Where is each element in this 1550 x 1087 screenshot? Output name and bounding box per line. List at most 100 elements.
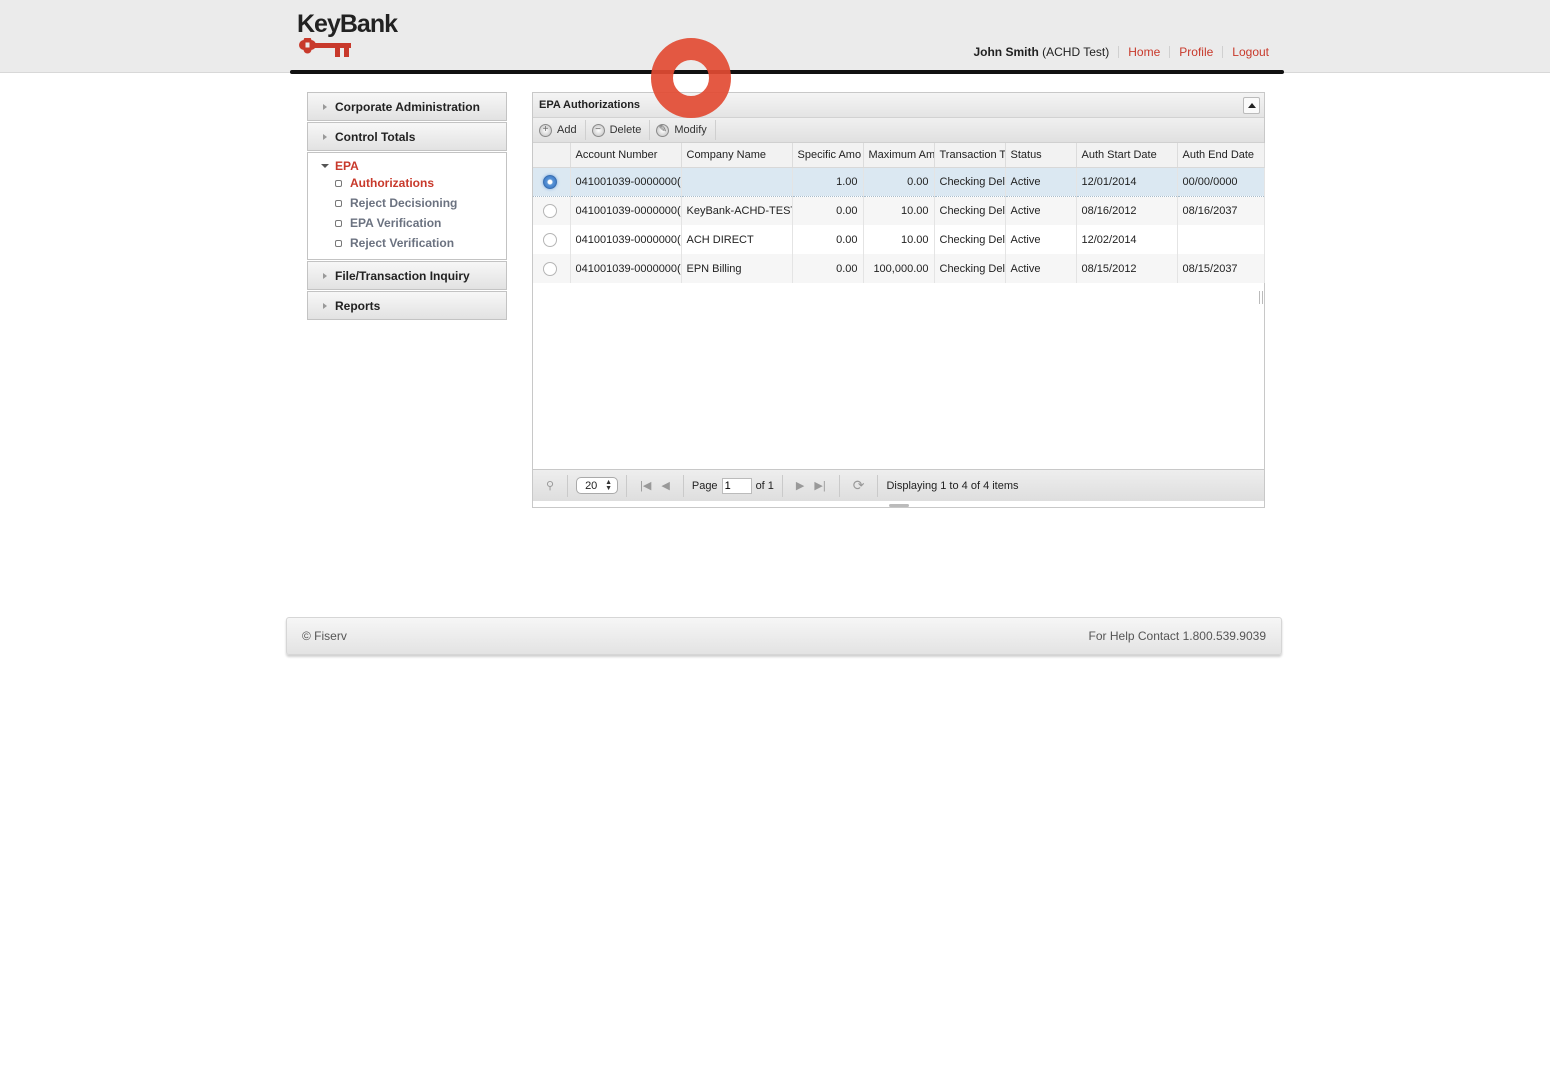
account-number-cell: 041001039-0000000( bbox=[570, 254, 682, 283]
maximum-amount-cell: 10.00 bbox=[863, 196, 935, 225]
row-select-cell bbox=[533, 196, 571, 225]
add-button[interactable]: + Add bbox=[539, 120, 586, 140]
auth-end-date-cell: 08/16/2037 bbox=[1177, 196, 1265, 225]
page-number-input[interactable] bbox=[721, 477, 752, 494]
status-cell: Active bbox=[1005, 254, 1077, 283]
plus-circle-icon: + bbox=[539, 123, 552, 137]
sidebar-item-reject-verification[interactable]: Reject Verification bbox=[321, 233, 506, 253]
page-size-select[interactable]: 20 ▲ ▼ bbox=[576, 477, 619, 494]
modify-label: Modify bbox=[674, 124, 707, 136]
column-account-number[interactable]: Account Number bbox=[570, 143, 682, 168]
home-link[interactable]: Home bbox=[1128, 45, 1160, 59]
search-seg: ⚲ bbox=[533, 474, 569, 497]
specific-amount-cell: 0.00 bbox=[792, 196, 864, 225]
status-cell: Active bbox=[1005, 167, 1077, 197]
page-number-seg: Page of 1 bbox=[684, 474, 783, 497]
sidebar-section-control-totals[interactable]: Control Totals bbox=[307, 122, 507, 151]
auth-end-date-cell bbox=[1177, 225, 1265, 254]
panel-title: EPA Authorizations bbox=[533, 93, 1264, 118]
header-divider bbox=[290, 70, 1284, 74]
account-number-cell: 041001039-0000000( bbox=[570, 167, 682, 197]
column-maximum-amount[interactable]: Maximum Am bbox=[863, 143, 935, 168]
nav-next-last: ▶ ▶| bbox=[783, 474, 840, 497]
panel-resize-handle[interactable] bbox=[889, 504, 909, 507]
sidebar-section-epa: EPA Authorizations Reject Decisioning EP… bbox=[307, 152, 507, 260]
logo-text: KeyBank bbox=[297, 10, 398, 38]
table-row[interactable]: 041001039-0000000( KeyBank-ACHD-TEST 0.0… bbox=[533, 196, 1265, 225]
chevron-right-icon bbox=[323, 103, 327, 110]
account-number-cell: 041001039-0000000( bbox=[570, 196, 682, 225]
chevron-down-icon bbox=[321, 164, 329, 168]
page-label: Page bbox=[691, 479, 718, 492]
row-select-cell bbox=[533, 254, 571, 283]
sidebar-nav: Corporate Administration Control Totals … bbox=[307, 92, 507, 321]
top-header: KeyBank John Smith (ACHD Test) Home Prof… bbox=[0, 0, 1550, 73]
bullet-icon bbox=[335, 199, 342, 207]
user-context: (ACHD Test) bbox=[1042, 45, 1110, 59]
chevron-right-icon bbox=[323, 272, 327, 279]
add-label: Add bbox=[557, 124, 577, 136]
divider bbox=[1222, 46, 1224, 58]
sidebar-section-reports[interactable]: Reports bbox=[307, 291, 507, 320]
column-specific-amount[interactable]: Specific Amo bbox=[792, 143, 864, 168]
transaction-type-cell: Checking Del bbox=[934, 196, 1006, 225]
section-label: Control Totals bbox=[335, 129, 416, 144]
sidebar-item-reject-decisioning[interactable]: Reject Decisioning bbox=[321, 193, 506, 213]
first-page-icon[interactable]: |◀ bbox=[640, 479, 651, 492]
divider bbox=[1169, 46, 1171, 58]
column-status[interactable]: Status bbox=[1005, 143, 1077, 168]
row-radio-button[interactable] bbox=[543, 203, 557, 218]
logout-link[interactable]: Logout bbox=[1232, 45, 1269, 59]
company-name-cell bbox=[681, 167, 793, 197]
last-page-icon[interactable]: ▶| bbox=[814, 479, 825, 492]
modify-button[interactable]: ✎ Modify bbox=[656, 120, 716, 140]
sidebar-section-corporate-administration[interactable]: Corporate Administration bbox=[307, 92, 507, 121]
search-icon[interactable]: ⚲ bbox=[546, 479, 554, 492]
auth-end-date-cell: 00/00/0000 bbox=[1177, 167, 1265, 197]
table-row[interactable]: 041001039-0000000( EPN Billing 0.00 100,… bbox=[533, 254, 1265, 283]
display-count-text: Displaying 1 to 4 of 4 items bbox=[886, 479, 1019, 492]
status-cell: Active bbox=[1005, 196, 1077, 225]
sidebar-section-epa-header[interactable]: EPA bbox=[321, 159, 506, 173]
chevron-right-icon bbox=[323, 302, 327, 309]
refresh-icon[interactable]: ⟳ bbox=[853, 477, 865, 494]
transaction-type-cell: Checking Del bbox=[934, 254, 1006, 283]
key-logo-icon bbox=[299, 38, 351, 57]
collapse-button[interactable] bbox=[1243, 97, 1260, 114]
bullet-icon bbox=[335, 179, 342, 187]
sidebar-item-epa-verification[interactable]: EPA Verification bbox=[321, 213, 506, 233]
sidebar-item-label: EPA Verification bbox=[350, 216, 442, 230]
profile-link[interactable]: Profile bbox=[1179, 45, 1213, 59]
pencil-icon: ✎ bbox=[656, 123, 670, 137]
row-radio-button[interactable] bbox=[543, 174, 557, 189]
column-select bbox=[533, 143, 571, 168]
page-footer: © Fiserv For Help Contact 1.800.539.9039 bbox=[286, 617, 1282, 655]
display-info: Displaying 1 to 4 of 4 items bbox=[878, 475, 1026, 497]
stepper-arrows-icon: ▲ ▼ bbox=[605, 478, 613, 492]
column-company-name[interactable]: Company Name bbox=[681, 143, 793, 168]
delete-button[interactable]: − Delete bbox=[591, 120, 651, 140]
row-radio-button[interactable] bbox=[543, 232, 557, 247]
table-row[interactable]: 041001039-0000000( 1.00 0.00 Checking De… bbox=[533, 167, 1265, 197]
next-page-icon[interactable]: ▶ bbox=[796, 479, 804, 492]
table-row[interactable]: 041001039-0000000( ACH DIRECT 0.00 10.00… bbox=[533, 225, 1265, 254]
keybank-logo[interactable]: KeyBank bbox=[297, 10, 398, 57]
auth-start-date-cell: 12/01/2014 bbox=[1076, 167, 1178, 197]
column-auth-start-date[interactable]: Auth Start Date bbox=[1076, 143, 1178, 168]
transaction-type-cell: Checking Del bbox=[934, 167, 1006, 197]
column-auth-end-date[interactable]: Auth End Date bbox=[1177, 143, 1265, 168]
sidebar-section-file-transaction-inquiry[interactable]: File/Transaction Inquiry bbox=[307, 261, 507, 290]
specific-amount-cell: 1.00 bbox=[792, 167, 864, 197]
row-radio-button[interactable] bbox=[543, 261, 557, 276]
user-name: John Smith bbox=[973, 45, 1039, 59]
column-resize-handle[interactable] bbox=[1259, 291, 1263, 304]
column-transaction-type[interactable]: Transaction T bbox=[934, 143, 1006, 168]
maximum-amount-cell: 100,000.00 bbox=[863, 254, 935, 283]
copyright-text: © Fiserv bbox=[302, 629, 347, 643]
sidebar-item-label: Authorizations bbox=[350, 176, 434, 190]
auth-start-date-cell: 08/15/2012 bbox=[1076, 254, 1178, 283]
prev-page-icon[interactable]: ◀ bbox=[661, 479, 669, 492]
sidebar-item-label: Reject Verification bbox=[350, 236, 455, 250]
divider bbox=[1118, 46, 1120, 58]
sidebar-item-authorizations[interactable]: Authorizations bbox=[321, 173, 506, 193]
